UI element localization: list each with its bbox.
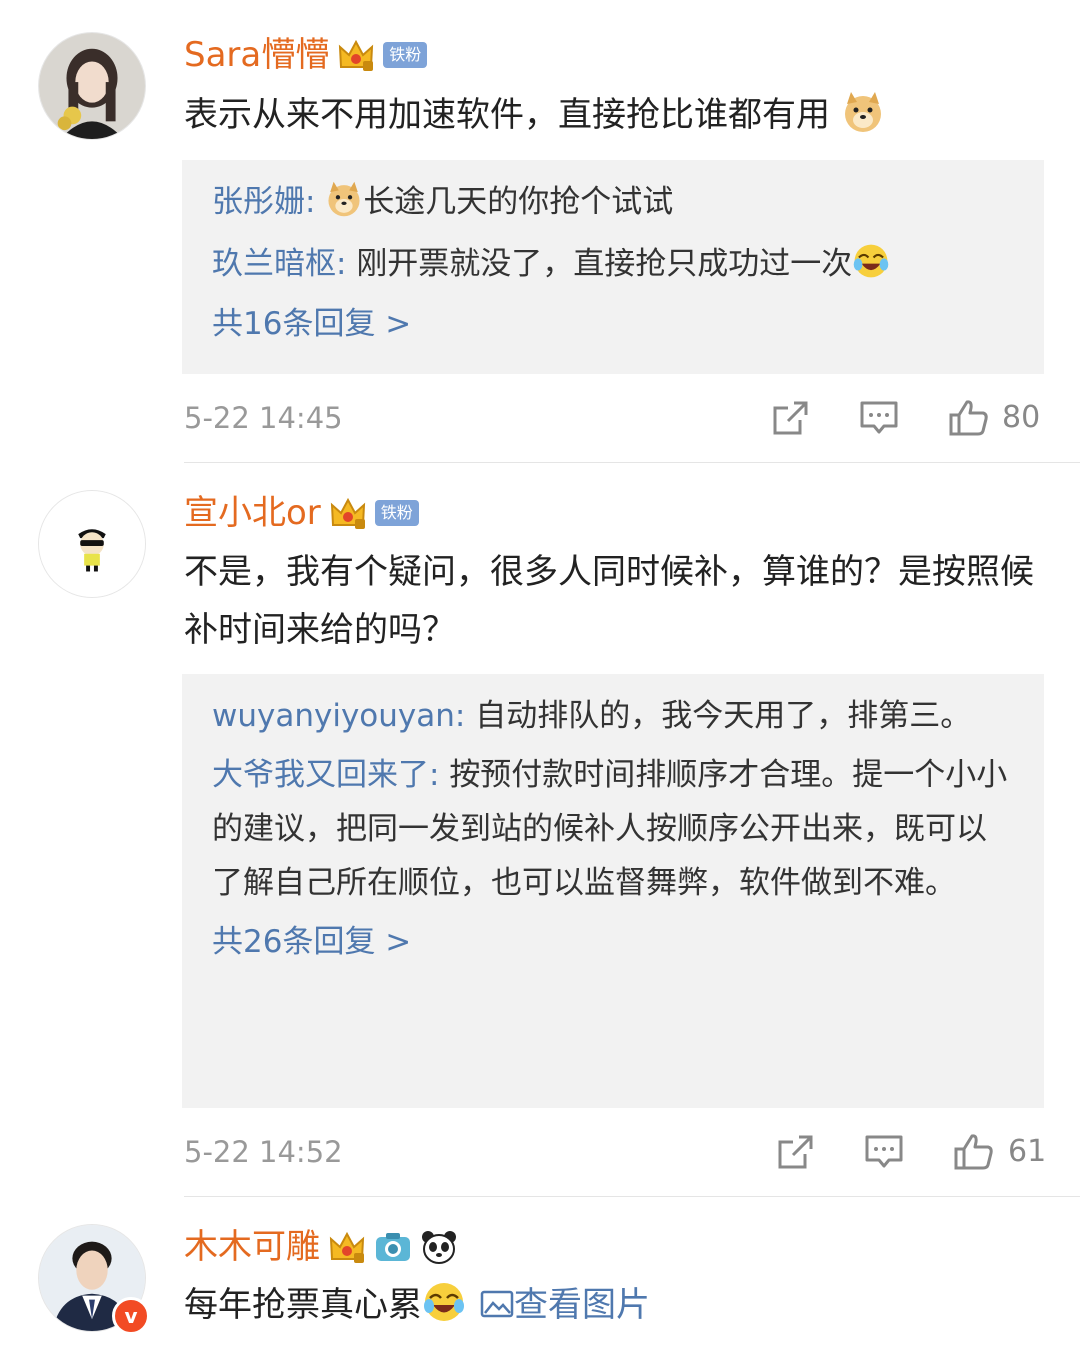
reply-username[interactable]: 大爷我又回来了: — [212, 757, 439, 793]
comment-text: 不是，我有个疑问，很多人同时候补，算谁的？是按照候补时间来给的吗？ — [184, 552, 1034, 650]
fan-badge: 铁粉 — [374, 500, 419, 526]
comment-meta: 5-22 14:52 61 — [184, 1127, 1047, 1177]
reply-box: 张彤姗: 长途几天的你抢个试试 玖兰暗枢: 刚开票就没了，直接抢只成功过一次 共… — [182, 160, 1044, 374]
divider — [184, 462, 1080, 463]
panda-icon — [420, 1229, 458, 1265]
comment-icon[interactable] — [863, 1132, 905, 1172]
reply-item: 张彤姗: 长途几天的你抢个试试 — [212, 174, 1014, 230]
image-icon[interactable] — [480, 1289, 514, 1319]
fan-badge: 铁粉 — [383, 42, 428, 68]
user-row: 宣小北or 铁粉 — [184, 490, 419, 536]
reply-item: wuyanyiyouyan: 自动排队的，我今天用了，排第三。 — [212, 698, 972, 734]
laugh-cry-emoji — [422, 1280, 466, 1324]
user-row: Sara懵懵 铁粉 — [184, 32, 428, 78]
reply-item: 大爷我又回来了: 按预付款时间排顺序才合理。提一个小小的建议，把同一发到站的候补… — [212, 757, 1008, 901]
comment-icon[interactable] — [858, 398, 900, 438]
laugh-cry-emoji — [852, 242, 890, 280]
crown-icon — [328, 1229, 366, 1265]
reply-item: 玖兰暗枢: 刚开票就没了，直接抢只成功过一次 — [212, 236, 1014, 292]
username[interactable]: Sara懵懵 — [184, 32, 329, 78]
comment-text: 表示从来不用加速软件，直接抢比谁都有用 — [184, 86, 1054, 144]
username[interactable]: 宣小北or — [184, 490, 321, 536]
crown-icon — [329, 495, 367, 531]
username[interactable]: 木木可雕 — [184, 1224, 320, 1270]
avatar[interactable] — [38, 490, 146, 598]
share-icon[interactable] — [775, 1132, 817, 1172]
reply-box: wuyanyiyouyan: 自动排队的，我今天用了，排第三。 大爷我又回来了:… — [182, 674, 1044, 1108]
comment-meta: 5-22 14:45 80 — [184, 393, 1044, 443]
reply-username[interactable]: wuyanyiyouyan: — [212, 698, 465, 734]
doge-emoji — [841, 90, 885, 134]
user-row: 木木可雕 — [184, 1224, 458, 1270]
share-icon[interactable] — [770, 398, 812, 438]
like-icon[interactable] — [953, 1132, 995, 1172]
timestamp: 5-22 14:52 — [184, 1135, 343, 1169]
camera-icon — [374, 1229, 412, 1265]
reply-username[interactable]: 玖兰暗枢: — [212, 246, 346, 282]
avatar[interactable] — [38, 32, 146, 140]
like-count: 61 — [1008, 1134, 1047, 1169]
divider — [184, 1196, 1080, 1197]
comment-text: 每年抢票真心累 查看图片 — [184, 1276, 1054, 1334]
timestamp: 5-22 14:45 — [184, 401, 343, 435]
crown-icon — [337, 37, 375, 73]
view-picture-link[interactable]: 查看图片 — [514, 1285, 650, 1325]
doge-emoji — [325, 180, 363, 218]
verified-badge: v — [112, 1297, 150, 1335]
more-replies-link[interactable]: 共16条回复 > — [212, 292, 1014, 356]
more-replies-link[interactable]: 共26条回复 > — [212, 910, 1014, 974]
like-icon[interactable] — [948, 398, 990, 438]
like-count: 80 — [1002, 400, 1041, 435]
reply-username[interactable]: 张彤姗: — [212, 184, 315, 220]
